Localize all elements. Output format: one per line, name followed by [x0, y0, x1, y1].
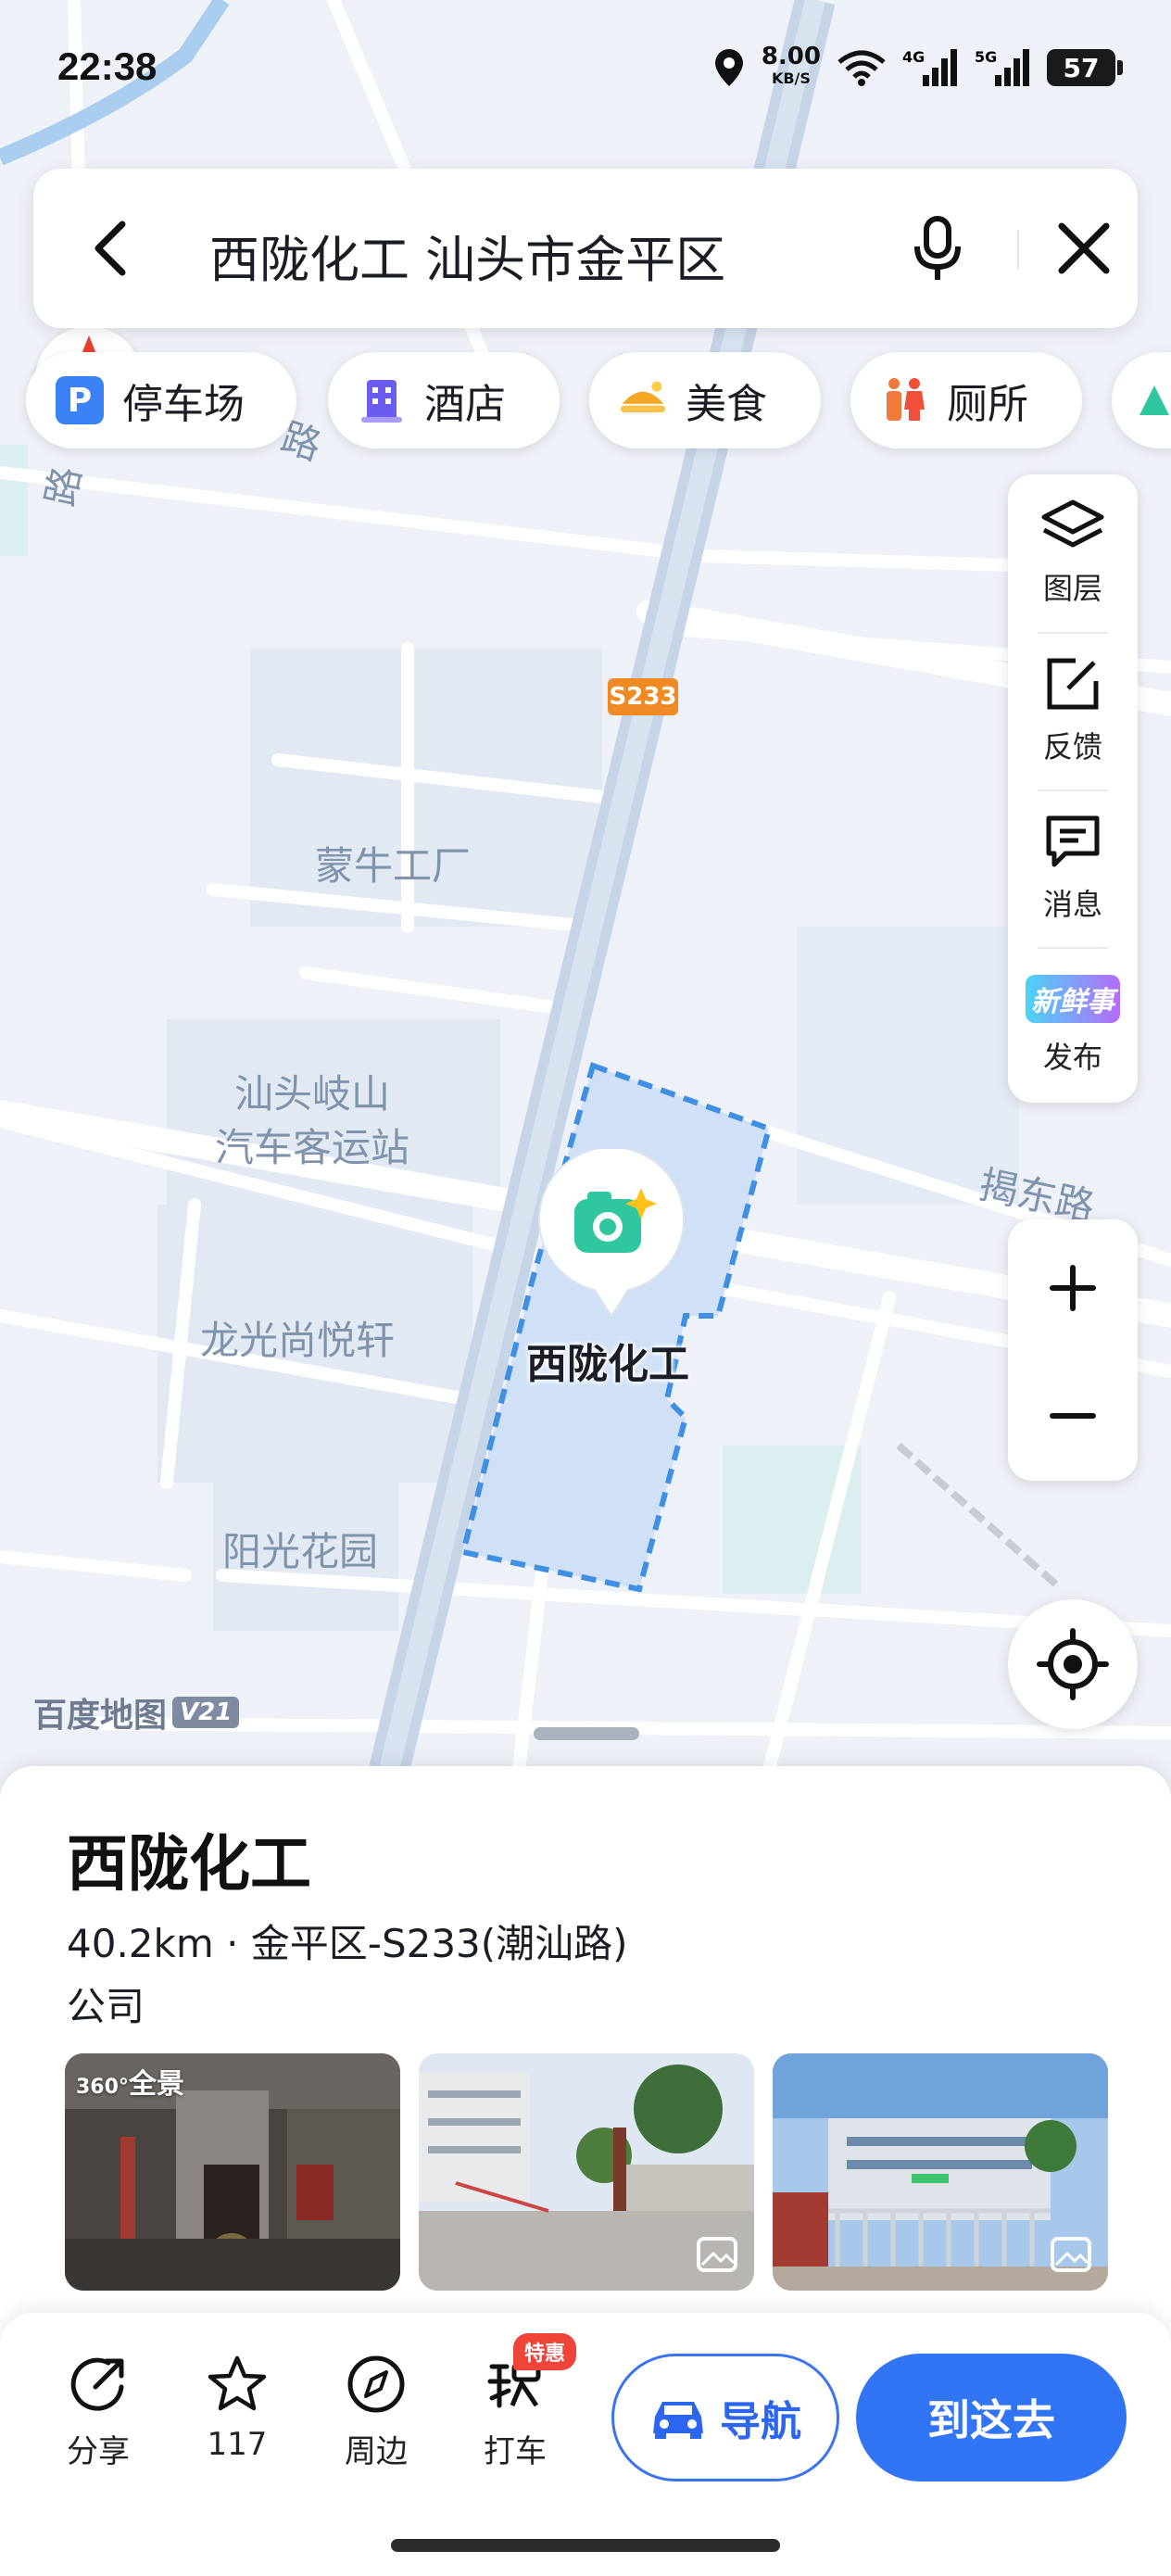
- location-icon: [714, 49, 743, 86]
- toilet-icon: [880, 376, 928, 424]
- share-icon: [70, 2357, 124, 2411]
- news-icon: 新鲜事: [1026, 975, 1120, 1023]
- photo-panorama[interactable]: 360°全景: [65, 2053, 400, 2291]
- wifi-icon: [837, 50, 886, 86]
- chip-parking-label: 停车场: [122, 381, 245, 428]
- home-indicator[interactable]: [391, 2539, 780, 2552]
- photo-building[interactable]: [773, 2053, 1108, 2291]
- tool-panel: 图层 反馈 消息 新鲜事 发布: [1008, 474, 1138, 1103]
- search-input[interactable]: 西陇化工 汕头市金平区: [209, 219, 725, 292]
- layers-icon: [1041, 499, 1104, 548]
- star-icon: [208, 2355, 267, 2411]
- publish-button[interactable]: 新鲜事 发布: [1008, 947, 1138, 1105]
- panorama-360: 360°: [76, 2076, 129, 2099]
- share-label: 分享: [67, 2433, 130, 2470]
- chip-parking[interactable]: P 停车场: [26, 352, 296, 448]
- feedback-label: 反馈: [1042, 729, 1102, 764]
- close-icon[interactable]: [1056, 221, 1112, 276]
- message-label: 消息: [1042, 887, 1102, 922]
- panorama-tag: 360°全景: [76, 2061, 184, 2102]
- go-here-label: 到这去: [927, 2395, 1055, 2445]
- car-icon: [653, 2402, 703, 2439]
- status-icons: 8.00 KB/S 4G 5G 57: [713, 41, 1123, 95]
- back-icon[interactable]: [85, 219, 141, 278]
- go-here-button[interactable]: 到这去: [856, 2354, 1127, 2481]
- navigate-label: 导航: [720, 2398, 801, 2445]
- photo-gate[interactable]: [419, 2053, 754, 2291]
- microphone-icon[interactable]: [910, 215, 965, 284]
- feedback-icon: [1047, 658, 1099, 710]
- zoom-in-icon[interactable]: [1049, 1264, 1097, 1312]
- layers-button[interactable]: 图层: [1008, 474, 1138, 632]
- publish-label: 发布: [1042, 1040, 1102, 1075]
- signal-5g-icon: 5G: [975, 48, 1029, 86]
- nearby-button[interactable]: 周边: [321, 2354, 432, 2471]
- map-label-yangguang: 阳光花园: [222, 1529, 379, 1574]
- navigate-button[interactable]: 导航: [611, 2354, 839, 2481]
- map-label-longguang: 龙光尚悦轩: [200, 1318, 396, 1363]
- taxi-label: 打车: [484, 2433, 547, 2470]
- place-title: 西陇化工: [67, 1828, 311, 1900]
- taxi-button[interactable]: 打车: [460, 2354, 571, 2471]
- nearby-label: 周边: [345, 2433, 408, 2470]
- parking-icon: P: [56, 376, 104, 424]
- svg-text:5G: 5G: [975, 48, 997, 66]
- favorite-button[interactable]: 117: [182, 2354, 293, 2463]
- map-label-mengniu: 蒙牛工厂: [315, 843, 472, 889]
- food-icon: [619, 376, 667, 424]
- image-icon: [697, 2237, 737, 2272]
- search-divider: [1017, 230, 1019, 269]
- road-shield: S233: [608, 678, 678, 715]
- layers-label: 图层: [1042, 571, 1102, 606]
- message-button[interactable]: 消息: [1008, 789, 1138, 947]
- feedback-button[interactable]: 反馈: [1008, 632, 1138, 789]
- status-time: 22:38: [57, 44, 157, 88]
- locate-icon: [1037, 1628, 1109, 1700]
- chip-toilet[interactable]: 厕所: [850, 352, 1082, 448]
- zoom-panel: [1008, 1219, 1138, 1481]
- search-bar[interactable]: 西陇化工 汕头市金平区: [33, 169, 1138, 328]
- battery-indicator: 57: [1047, 49, 1123, 86]
- zoom-out-icon[interactable]: [1049, 1392, 1097, 1440]
- share-button[interactable]: 分享: [43, 2354, 154, 2471]
- map-label-qishan-bus-station: 汕头岐山 汽车客运站: [215, 1071, 410, 1170]
- hotel-icon: [358, 376, 406, 424]
- sheet-drag-handle[interactable]: [534, 1727, 639, 1740]
- taxi-promo-badge: 特惠: [513, 2333, 577, 2370]
- locate-button[interactable]: [1008, 1599, 1138, 1729]
- place-meta: 40.2km · 金平区-S233(潮汕路): [67, 1921, 628, 1966]
- message-icon: [1046, 815, 1100, 867]
- image-icon: [1051, 2237, 1091, 2272]
- poi-name-label[interactable]: 西陇化工: [526, 1331, 689, 1390]
- panorama-label: 全景: [128, 2068, 184, 2101]
- net-speed: 8.00 KB/S: [761, 43, 821, 87]
- chip-food-label: 美食: [686, 381, 767, 428]
- chip-toilet-label: 厕所: [947, 381, 1028, 428]
- chip-hotel-label: 酒店: [424, 381, 506, 428]
- chip-hotel[interactable]: 酒店: [328, 352, 560, 448]
- favorite-count: 117: [207, 2426, 268, 2463]
- chip-food[interactable]: 美食: [589, 352, 821, 448]
- svg-text:4G: 4G: [902, 48, 925, 66]
- place-category: 公司: [67, 1984, 145, 2029]
- map-watermark: 百度地图 V21: [33, 1688, 240, 1736]
- poi-marker[interactable]: [537, 1146, 686, 1325]
- compass-icon: [347, 2355, 405, 2413]
- signal-4g-icon: 4G: [902, 48, 957, 86]
